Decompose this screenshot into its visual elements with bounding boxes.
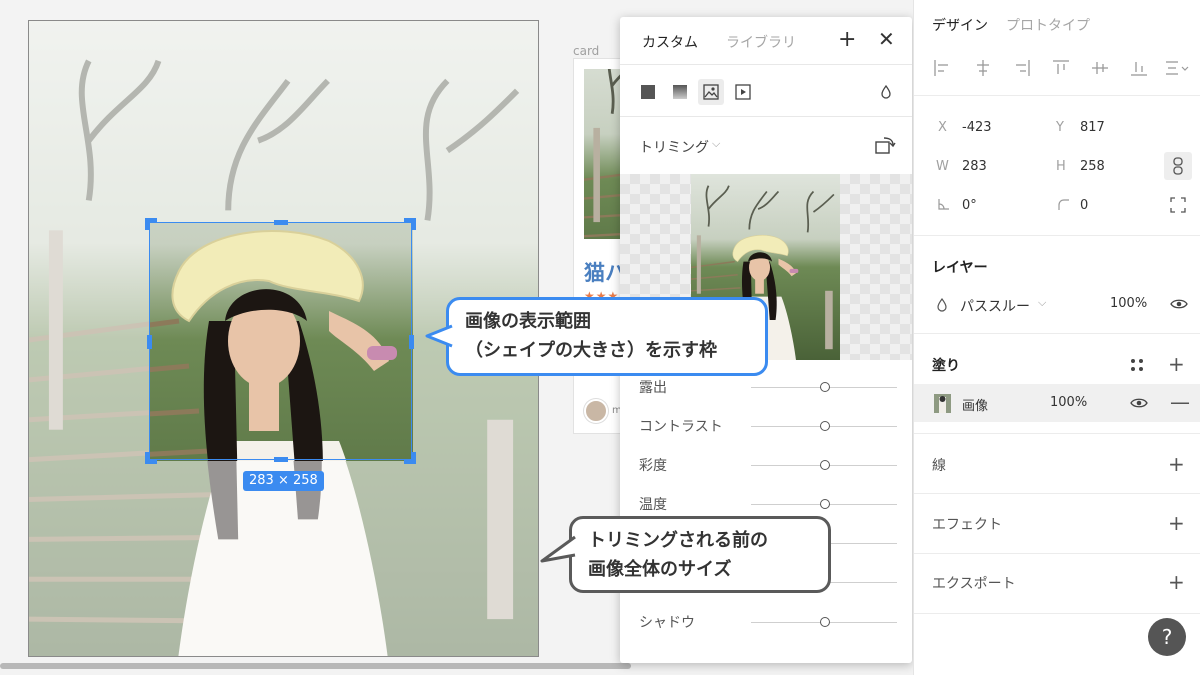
fill-type-selector — [620, 65, 912, 117]
fill-title: 塗り — [932, 358, 960, 374]
rotation-icon — [938, 199, 949, 210]
add-export-icon[interactable]: + — [1168, 572, 1185, 592]
w-label: W — [936, 159, 949, 174]
corner-radius-icon — [1058, 199, 1069, 210]
crop-handle-left[interactable] — [147, 335, 152, 349]
y-field[interactable]: 817 — [1080, 120, 1105, 135]
fill-row[interactable]: 画像 100% — — [914, 384, 1200, 422]
export-section: エクスポート + — [914, 554, 1200, 614]
adjust-shadows[interactable]: シャドウ — [620, 602, 912, 640]
slider-knob[interactable] — [820, 617, 830, 627]
h-label: H — [1056, 159, 1066, 174]
tab-design[interactable]: デザイン — [932, 15, 988, 35]
size-badge: 283 × 258 — [243, 471, 324, 491]
image-fill-icon[interactable] — [698, 79, 724, 105]
align-right-icon[interactable] — [1012, 58, 1032, 78]
crop-handle-top-left[interactable] — [145, 218, 157, 230]
alignment-toolbar — [914, 50, 1200, 96]
tab-library[interactable]: ライブラリ — [726, 32, 796, 52]
rotate-icon[interactable] — [874, 135, 896, 155]
export-title: エクスポート — [932, 576, 1016, 592]
horizontal-scrollbar[interactable] — [0, 663, 631, 669]
solid-fill-icon[interactable] — [635, 79, 661, 105]
crop-handle-top[interactable] — [274, 220, 288, 225]
fill-section: 塗り + 画像 100% — — [914, 334, 1200, 434]
adjust-saturation[interactable]: 彩度 — [620, 445, 912, 483]
remove-fill-icon[interactable]: — — [1170, 390, 1190, 414]
slider-knob[interactable] — [820, 382, 830, 392]
blend-mode-icon — [937, 298, 947, 312]
callout-original-size: トリミングされる前の 画像全体のサイズ — [540, 516, 831, 593]
design-panel: デザイン プロトタイプ X -423 Y 817 W 283 H 258 0° … — [913, 0, 1200, 675]
independent-corners-icon[interactable] — [1170, 197, 1186, 213]
callout-pointer — [540, 535, 576, 563]
constrain-proportions-icon[interactable] — [1164, 152, 1192, 180]
stroke-title: 線 — [932, 458, 946, 474]
align-center-v-icon[interactable] — [1090, 58, 1110, 78]
chevron-down-icon[interactable]: ⌵ — [712, 137, 720, 151]
eye-icon[interactable] — [1170, 297, 1188, 311]
align-center-h-icon[interactable] — [973, 58, 993, 78]
callout-crop-frame: 画像の表示範囲 （シェイプの大きさ）を示す枠 — [425, 297, 768, 376]
video-fill-icon[interactable] — [730, 79, 756, 105]
effects-section: エフェクト + — [914, 494, 1200, 554]
stroke-section: 線 + — [914, 434, 1200, 494]
layer-title: レイヤー — [932, 260, 988, 276]
align-bottom-icon[interactable] — [1129, 58, 1149, 78]
drop-icon[interactable] — [873, 79, 899, 105]
fill-name[interactable]: 画像 — [962, 395, 988, 414]
slider-knob[interactable] — [820, 499, 830, 509]
image-thumbnail-icon[interactable] — [934, 394, 951, 413]
crop-handle-right[interactable] — [409, 335, 414, 349]
effects-title: エフェクト — [932, 517, 1002, 533]
crop-handle-bottom-right[interactable] — [404, 452, 416, 464]
close-icon[interactable]: ✕ — [878, 27, 895, 51]
x-label: X — [938, 120, 947, 135]
distribute-menu-icon[interactable] — [1164, 58, 1192, 78]
blend-mode-dropdown[interactable]: パススルー — [960, 296, 1030, 316]
avatar — [584, 399, 608, 423]
align-left-icon[interactable] — [932, 58, 952, 78]
align-top-icon[interactable] — [1051, 58, 1071, 78]
chevron-down-icon[interactable]: ⌵ — [1038, 296, 1046, 310]
x-field[interactable]: -423 — [962, 120, 992, 135]
crop-handle-top-right[interactable] — [404, 218, 416, 230]
plus-icon[interactable]: + — [838, 27, 856, 52]
add-fill-icon[interactable]: + — [1168, 354, 1185, 374]
crop-handle-bottom-left[interactable] — [145, 452, 157, 464]
gradient-fill-icon[interactable] — [667, 79, 693, 105]
styles-grid-icon[interactable] — [1130, 358, 1144, 372]
card-frame-label[interactable]: card — [573, 44, 599, 58]
height-field[interactable]: 258 — [1080, 159, 1105, 174]
crop-handle-bottom[interactable] — [274, 457, 288, 462]
fill-opacity-field[interactable]: 100% — [1050, 395, 1087, 410]
radius-field[interactable]: 0 — [1080, 198, 1088, 213]
tab-prototype[interactable]: プロトタイプ — [1006, 15, 1090, 35]
help-button[interactable]: ? — [1148, 618, 1186, 656]
slider-knob[interactable] — [820, 421, 830, 431]
image-mode-row: トリミング ⌵ — [620, 117, 912, 173]
adjust-contrast[interactable]: コントラスト — [620, 406, 912, 444]
add-effect-icon[interactable]: + — [1168, 513, 1185, 533]
tab-custom[interactable]: カスタム — [642, 32, 698, 52]
eye-icon[interactable] — [1130, 396, 1148, 410]
y-label: Y — [1056, 120, 1064, 135]
popup-header: カスタム ライブラリ + ✕ — [620, 17, 912, 65]
layer-opacity-field[interactable]: 100% — [1110, 296, 1147, 311]
slider-knob[interactable] — [820, 460, 830, 470]
image-mode-dropdown[interactable]: トリミング — [639, 137, 709, 157]
transform-section: X -423 Y 817 W 283 H 258 0° 0 — [914, 96, 1200, 236]
crop-frame[interactable] — [145, 218, 416, 464]
width-field[interactable]: 283 — [962, 159, 987, 174]
rotation-field[interactable]: 0° — [962, 198, 977, 213]
add-stroke-icon[interactable]: + — [1168, 454, 1185, 474]
layer-section: レイヤー パススルー ⌵ 100% — [914, 236, 1200, 334]
callout-pointer — [425, 324, 453, 348]
